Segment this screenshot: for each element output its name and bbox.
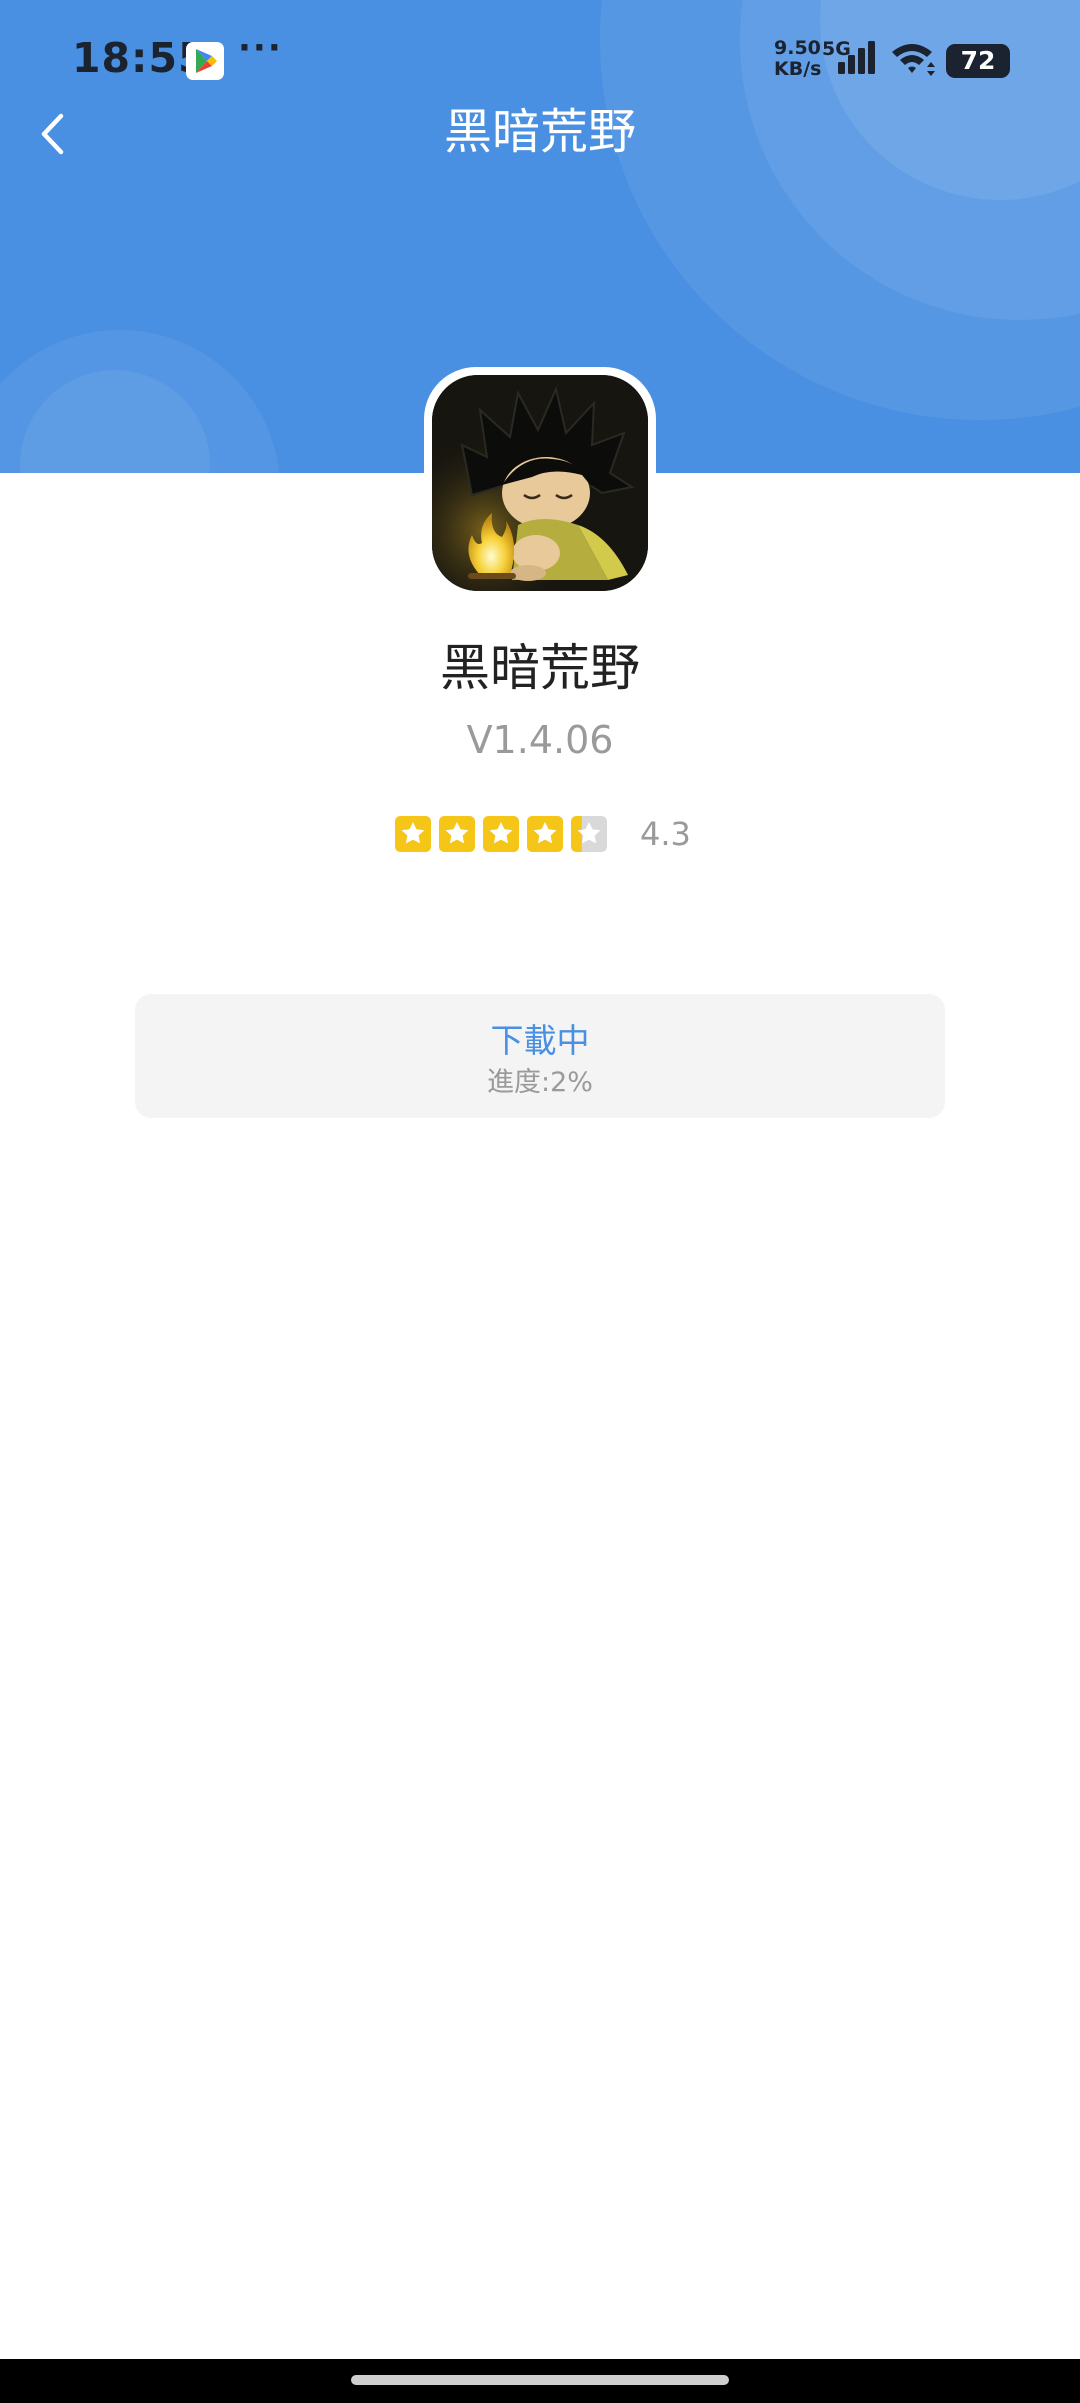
download-status: 下載中	[490, 1021, 590, 1060]
app-icon	[432, 375, 648, 591]
page-title: 黑暗荒野	[443, 104, 636, 160]
star-icon	[395, 816, 431, 852]
network-speed-unit: KB/s	[774, 58, 822, 80]
app-version: V1.4.06	[466, 718, 614, 762]
wifi-icon	[892, 44, 935, 76]
signal-icon	[838, 41, 875, 74]
battery-icon: 72	[946, 44, 1010, 78]
network-speed: 9.50 KB/s	[774, 38, 821, 80]
rating-stars	[395, 816, 615, 852]
download-progress-fill	[135, 1114, 151, 1118]
network-speed-value: 9.50	[774, 37, 821, 59]
star-icon	[483, 816, 519, 852]
download-progress-label: 進度:2%	[487, 1067, 593, 1098]
app-detail-page: 18:55 ··· 9.50 KB/s 5G 72 黑暗荒野 黑暗荒野 V1.4…	[0, 0, 1080, 2403]
star-icon	[571, 816, 607, 852]
play-store-icon	[186, 42, 224, 80]
app-name: 黑暗荒野	[440, 639, 640, 697]
more-dots-icon: ···	[238, 28, 283, 68]
star-icon	[527, 816, 563, 852]
star-icon	[439, 816, 475, 852]
home-indicator[interactable]	[351, 2375, 729, 2385]
download-button[interactable]: 下載中 進度:2%	[135, 994, 945, 1118]
rating-value: 4.3	[640, 815, 691, 853]
download-progress-track	[135, 1114, 945, 1118]
